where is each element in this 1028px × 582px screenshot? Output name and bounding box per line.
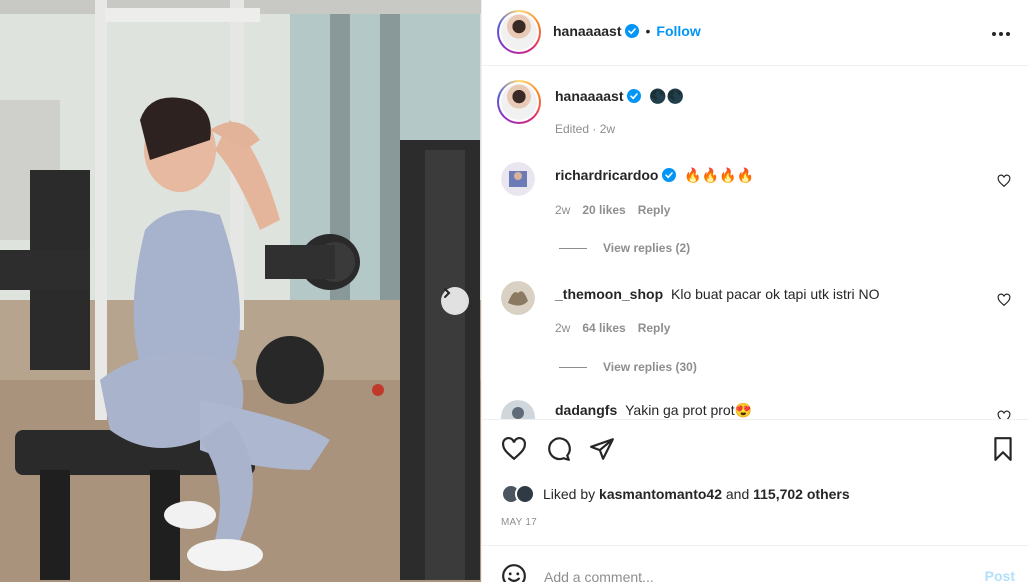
caption-body: hanaaaast 🌑🌑 [555,87,985,105]
comment-username[interactable]: _themoon_shop [555,286,663,302]
comment-username[interactable]: richardricardoo [555,167,658,183]
comment-meta: 2w 64 likes Reply [555,321,670,335]
comment-body: _themoon_shop Klo buat pacar ok tapi utk… [555,285,985,303]
chevron-right-icon [444,288,451,298]
comment-body: dadangfs Yakin ga prot prot😍 [555,401,985,419]
verified-badge-icon [627,89,642,103]
paper-plane-icon[interactable] [589,436,615,462]
heart-icon[interactable] [997,174,1011,188]
follow-button[interactable]: Follow [656,23,700,39]
caption-username[interactable]: hanaaaast [555,88,623,104]
comment-bubble-icon[interactable] [545,436,571,462]
liker-username[interactable]: kasmantomanto42 [599,486,722,502]
verified-badge-icon [625,24,640,38]
heart-icon[interactable] [997,293,1011,307]
gym-photo [0,0,481,582]
add-comment-input[interactable] [544,566,964,582]
comment-avatar[interactable] [501,162,535,196]
heart-icon[interactable] [501,436,527,462]
comment-meta: 2w 20 likes Reply [555,203,670,217]
caption-author-avatar[interactable] [497,80,541,124]
comment-text: 🔥🔥🔥🔥 [684,167,755,183]
caption-text: 🌑🌑 [649,88,685,104]
comment-item: dadangfs Yakin ga prot prot😍 [501,400,1021,419]
bookmark-icon[interactable] [990,436,1016,462]
carousel-next-button[interactable] [441,287,469,315]
comment-time: 2w [555,203,571,217]
post-header: hanaaaast • Follow [482,0,1028,66]
comment-item: richardricardoo 🔥🔥🔥🔥 2w 20 likes Reply Vie… [501,162,1021,262]
likes-summary: Liked by kasmantomanto42 and 115,702 oth… [501,484,850,504]
reply-button[interactable]: Reply [638,321,671,335]
comment-body: richardricardoo 🔥🔥🔥🔥 [555,166,985,184]
comment-time: 2w [555,321,571,335]
post-date: MAY 17 [501,517,537,528]
liked-conj: and [725,486,750,502]
comments-section[interactable]: hanaaaast 🌑🌑 Edited · 2w richardricardoo… [482,67,1028,419]
liked-by-label: Liked by [543,486,596,502]
post-comment-button[interactable]: Post [985,568,1015,582]
view-replies-button[interactable]: View replies (2) [559,241,690,255]
comment-item: _themoon_shop Klo buat pacar ok tapi utk… [501,281,1021,381]
verified-badge-icon [662,168,677,182]
likes-count[interactable]: 115,702 others [753,486,850,502]
comment-likes[interactable]: 20 likes [582,203,625,217]
view-replies-label: View replies (30) [603,360,697,374]
comment-avatar[interactable] [501,281,535,315]
author-line: hanaaaast • Follow [553,23,701,39]
comment-avatar[interactable] [501,400,535,419]
author-avatar[interactable] [497,10,541,54]
add-comment-bar: Post [482,545,1028,582]
more-options-icon[interactable] [989,22,1013,46]
smiley-icon[interactable] [501,563,527,582]
comment-text: Yakin ga prot prot😍 [625,402,753,418]
post-side-panel: hanaaaast • Follow hanaaaast 🌑🌑 Edited ·… [481,0,1028,582]
heart-icon[interactable] [997,410,1011,419]
comment-username[interactable]: dadangfs [555,402,617,418]
post-media [0,0,481,582]
avatar [515,484,535,504]
reply-button[interactable]: Reply [638,203,671,217]
caption-row: hanaaaast 🌑🌑 Edited · 2w [497,80,1021,140]
liker-avatars [501,484,535,504]
author-username[interactable]: hanaaaast [553,23,621,39]
post-actions: Liked by kasmantomanto42 and 115,702 oth… [482,419,1028,545]
view-replies-button[interactable]: View replies (30) [559,360,697,374]
view-replies-label: View replies (2) [603,241,691,255]
comment-text: Klo buat pacar ok tapi utk istri NO [671,286,880,302]
caption-edited: Edited · 2w [555,122,616,136]
comment-likes[interactable]: 64 likes [582,321,625,335]
separator-dot: • [645,23,651,39]
